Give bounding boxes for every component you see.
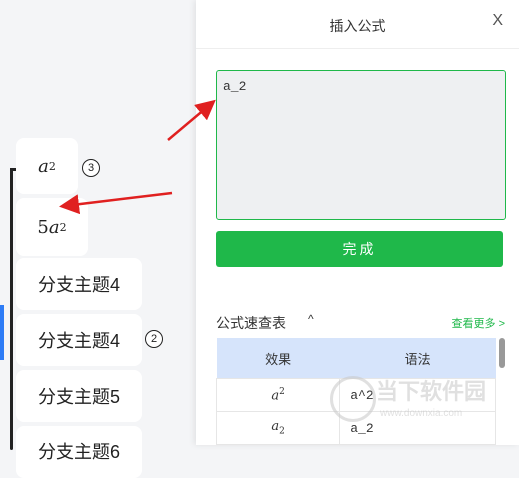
node-formula-sub: 2 (59, 220, 67, 234)
tree-connector (10, 170, 13, 450)
table-scrollbar[interactable] (499, 338, 505, 368)
panel-header: 插入公式 X (196, 0, 519, 49)
node-label: 分支主题4 (38, 275, 121, 295)
watermark: 当下软件园 www.downxia.com (330, 372, 510, 432)
node-formula-a-squared[interactable]: a2 (16, 138, 78, 194)
node-label: 分支主题5 (38, 387, 121, 407)
node-label: 分支主题4 (38, 331, 121, 351)
node-formula-base: a (38, 155, 49, 177)
node-formula-coefficient: 5 (37, 216, 49, 238)
node-formula-sup: 2 (48, 159, 56, 173)
node-branch-topic[interactable]: 分支主题4 (16, 258, 142, 310)
node-count-badge[interactable]: 2 (145, 330, 163, 348)
done-button[interactable]: 完成 (216, 231, 503, 267)
panel-title: 插入公式 (329, 18, 386, 34)
selection-marker (0, 305, 4, 360)
table-cell-effect: a2 (215, 378, 341, 412)
effect-sub: 2 (279, 426, 285, 437)
watermark-logo-icon (330, 376, 376, 422)
node-formula-base: a (48, 216, 60, 238)
node-branch-topic[interactable]: 分支主题5 (16, 370, 142, 422)
node-label: 分支主题6 (38, 442, 121, 462)
node-formula-5a-sub2[interactable]: 5a2 (16, 198, 88, 256)
chevron-up-icon[interactable]: ^ (308, 312, 314, 326)
view-more-link[interactable]: 查看更多 > (452, 315, 505, 331)
node-branch-topic[interactable]: 分支主题6 (16, 426, 142, 478)
formula-input[interactable]: a_2 (216, 70, 506, 220)
watermark-url: www.downxia.com (380, 408, 463, 419)
table-header-effect: 效果 (216, 338, 340, 379)
watermark-text: 当下软件园 (376, 379, 487, 404)
node-count-badge[interactable]: 3 (82, 159, 100, 177)
effect-sup: 2 (279, 386, 285, 397)
mindmap-canvas: a2 3 5a2 分支主题4 分支主题4 2 分支主题5 分支主题6 (0, 0, 200, 478)
effect-base: a (271, 419, 280, 435)
close-icon[interactable]: X (492, 12, 503, 30)
cheat-sheet-title: 公式速查表 (216, 315, 286, 331)
effect-base: a (271, 388, 280, 404)
table-cell-effect: a2 (215, 411, 341, 445)
node-branch-topic[interactable]: 分支主题4 (16, 314, 142, 366)
